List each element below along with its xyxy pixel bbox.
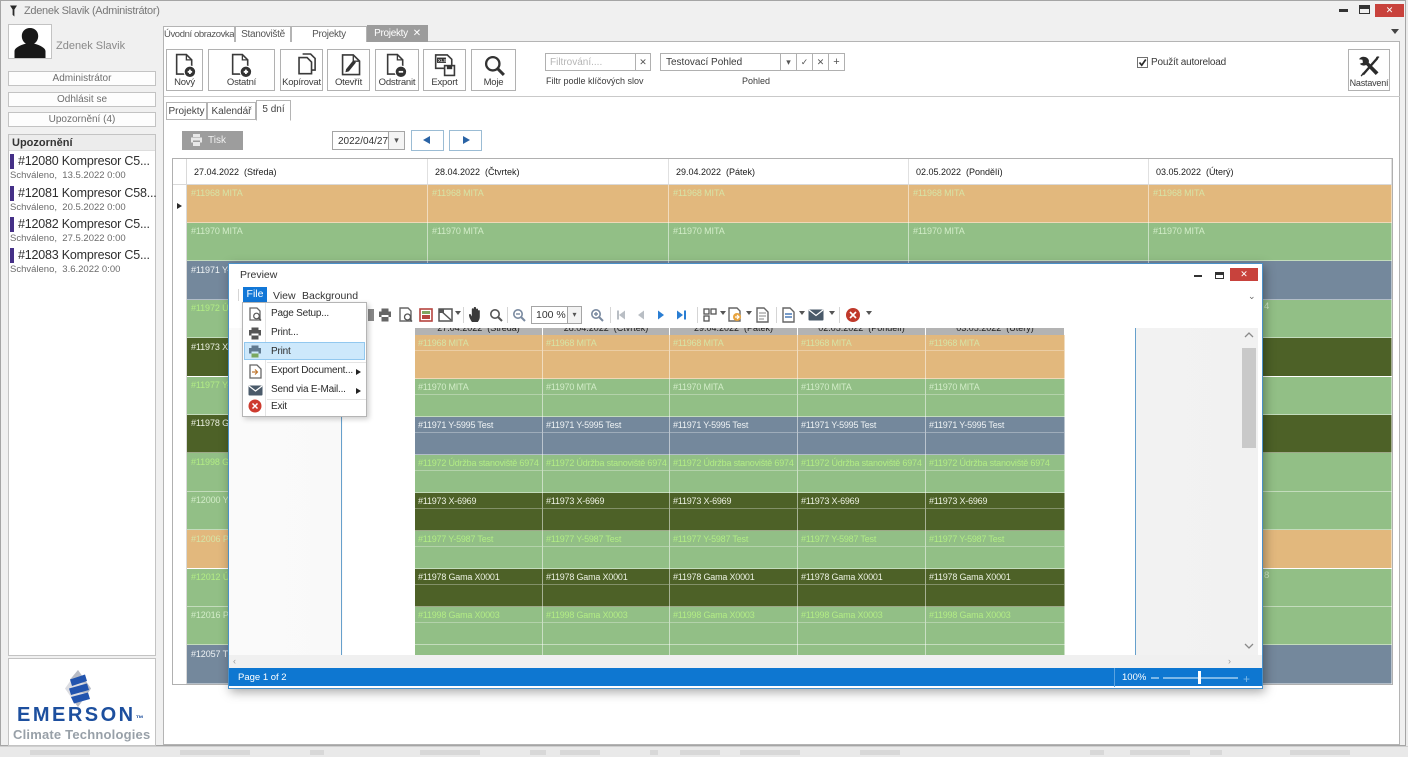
- svg-text:XLS: XLS: [438, 58, 446, 63]
